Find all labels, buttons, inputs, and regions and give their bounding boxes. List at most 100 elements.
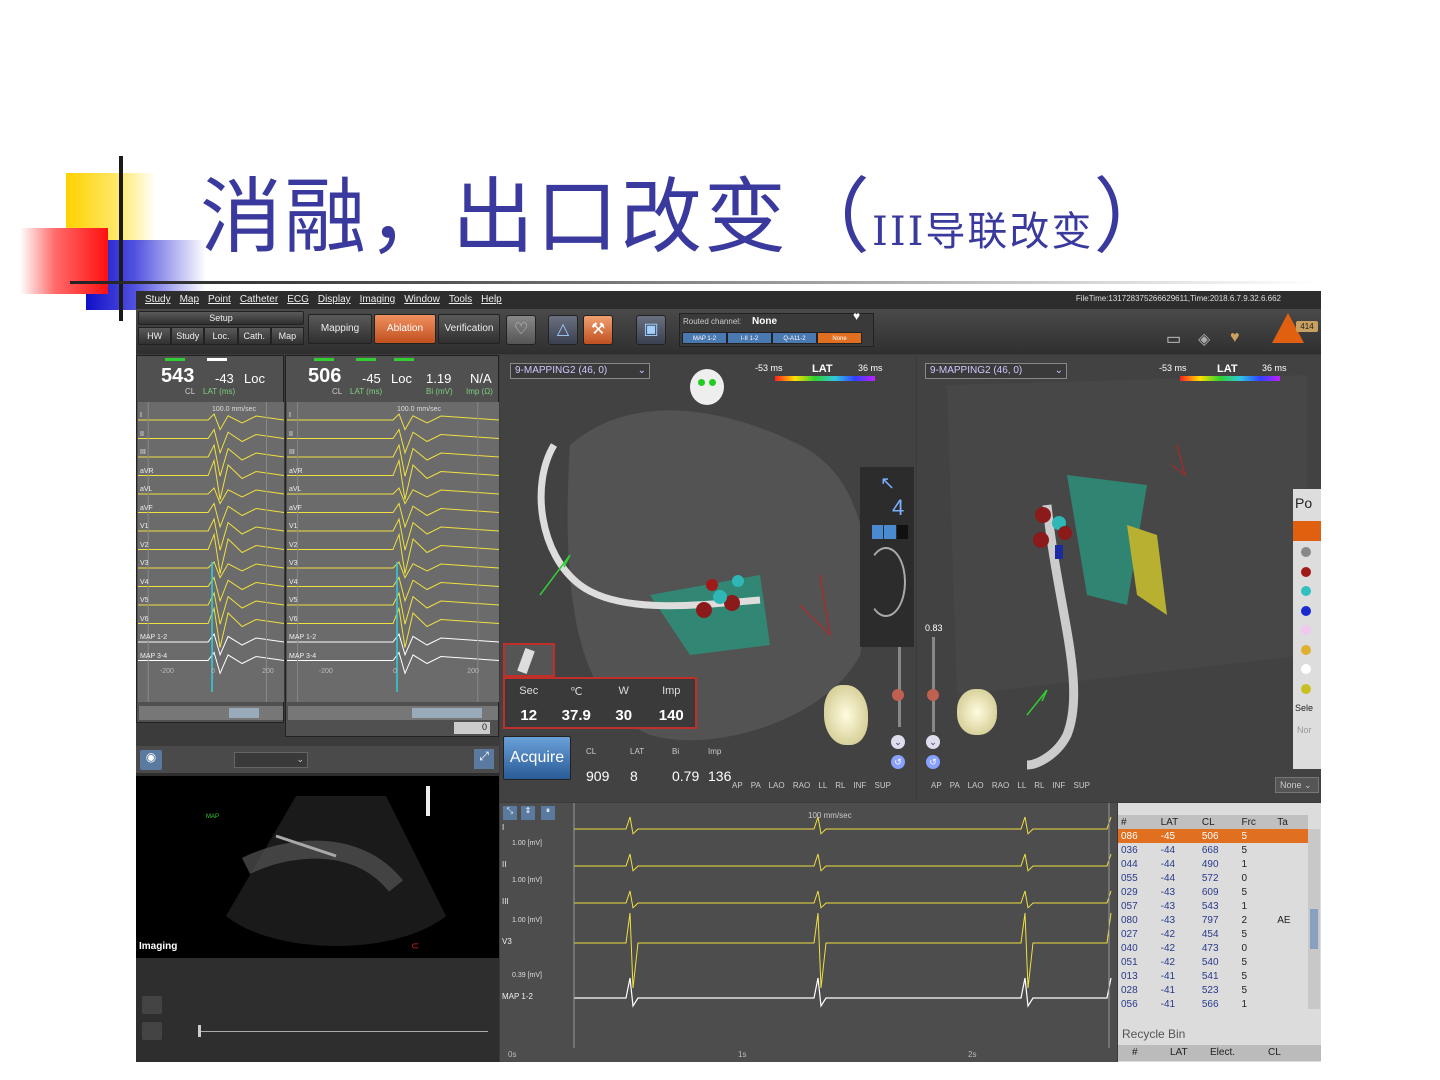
recycle-column-header[interactable]: #	[1132, 1047, 1138, 1058]
recycle-column-header[interactable]: Elect.	[1210, 1047, 1235, 1058]
setup-tab-hw[interactable]: HW	[138, 327, 172, 345]
recycle-column-header[interactable]: LAT	[1170, 1047, 1188, 1058]
point-type-dot[interactable]	[1301, 625, 1311, 635]
table-row[interactable]: 029 -43 609 5	[1118, 885, 1308, 899]
opacity-buttons[interactable]	[872, 525, 908, 539]
setup-tab-cath[interactable]: Cath.	[237, 327, 271, 345]
opacity-button[interactable]	[884, 525, 896, 539]
table-row[interactable]: 086 -45 506 5	[1118, 829, 1308, 843]
opacity-button[interactable]	[872, 525, 884, 539]
column-header-frc[interactable]: Frc	[1238, 815, 1274, 829]
catheter-view-icon[interactable]: △	[548, 315, 578, 345]
table-row[interactable]: 044 -44 490 1	[1118, 857, 1308, 871]
slide-title: 消融，出口改变（III导联改变）	[200, 150, 1177, 269]
table-row[interactable]: 055 -44 572 0	[1118, 871, 1308, 885]
routed-tab[interactable]: Q-A11-2	[772, 332, 817, 344]
column-header-cl[interactable]: CL	[1199, 815, 1239, 829]
menu-ecg[interactable]: ECG	[287, 291, 309, 309]
point-type-dot[interactable]	[1301, 605, 1311, 616]
device-icon[interactable]: ◈	[1198, 329, 1222, 349]
point-type-dot[interactable]	[1301, 547, 1311, 557]
fullscreen-icon[interactable]: ⤢	[474, 749, 494, 769]
heart-orientation-thumbnail[interactable]	[957, 689, 997, 735]
table-row[interactable]: 040 -42 473 0	[1118, 941, 1308, 955]
menu-point[interactable]: Point	[208, 291, 231, 309]
points-table: # LAT CL Frc Ta 086 -45 506 5 036 -44 668 5 044 -44 49…	[1118, 815, 1308, 1011]
scroll-thumb[interactable]	[229, 708, 259, 718]
ultrasound-icon[interactable]: ◉	[140, 750, 162, 770]
menu-study[interactable]: Study	[145, 291, 171, 309]
routed-tab[interactable]: None	[817, 332, 862, 344]
scrollbar-right[interactable]	[288, 706, 498, 720]
table-row[interactable]: 080 -43 797 2 AE	[1118, 913, 1308, 927]
map-selector-right[interactable]: 9-MAPPING2 (46, 0) ⌄	[925, 363, 1067, 379]
ablation-button[interactable]: Ablation	[374, 314, 436, 344]
slider-handle[interactable]	[892, 689, 904, 701]
setup-tab-study[interactable]: Study	[171, 327, 205, 345]
menu-display[interactable]: Display	[318, 291, 351, 309]
head-orientation-icon[interactable]	[690, 369, 724, 405]
point-type-dot[interactable]	[1301, 586, 1311, 596]
menu-window[interactable]: Window	[404, 291, 440, 309]
imaging-dropdown[interactable]: ⌄	[234, 752, 308, 768]
reset-icon[interactable]: ↺	[891, 755, 905, 769]
ablation-tool-icon[interactable]: ⚒	[583, 315, 613, 345]
collapse-icon[interactable]: ⌄	[926, 735, 940, 749]
collapse-icon[interactable]: ⌄	[891, 735, 905, 749]
heart-shape-icon[interactable]: ♡	[506, 315, 536, 345]
opacity-button[interactable]	[896, 525, 908, 539]
prev-frame-icon[interactable]	[142, 996, 162, 1014]
scroll-value-field[interactable]: 0	[454, 722, 490, 734]
recycle-column-header[interactable]: CL	[1268, 1047, 1281, 1058]
slider-track[interactable]	[898, 647, 901, 727]
table-row[interactable]: 028 -41 523 5	[1118, 983, 1308, 997]
mapping-button[interactable]: Mapping	[308, 314, 372, 344]
setup-tab-map[interactable]: Map	[270, 327, 305, 345]
menu-map[interactable]: Map	[180, 291, 199, 309]
scale-max: 36 ms	[858, 363, 883, 373]
menu-tools[interactable]: Tools	[449, 291, 472, 309]
slider-track[interactable]	[932, 637, 935, 732]
menu-catheter[interactable]: Catheter	[240, 291, 278, 309]
heart-status-icon[interactable]: ♥	[1230, 329, 1254, 349]
point-type-dot[interactable]	[1301, 644, 1311, 655]
column-header-index[interactable]: #	[1118, 815, 1158, 829]
menu-imaging[interactable]: Imaging	[360, 291, 396, 309]
acquire-button[interactable]: Acquire	[503, 736, 571, 780]
table-scroll-thumb[interactable]	[1310, 909, 1318, 949]
table-row[interactable]: 057 -43 543 1	[1118, 899, 1308, 913]
playback-track[interactable]	[198, 1031, 488, 1032]
table-row[interactable]: 036 -44 668 5	[1118, 843, 1308, 857]
playback-handle[interactable]	[198, 1025, 201, 1037]
next-frame-icon[interactable]	[142, 1022, 162, 1040]
column-header-lat[interactable]: LAT	[1158, 815, 1199, 829]
table-row[interactable]: 051 -42 540 5	[1118, 955, 1308, 969]
point-type-dot[interactable]	[1301, 664, 1311, 674]
catheter-icon[interactable]	[503, 643, 555, 677]
column-header-ta[interactable]: Ta	[1274, 815, 1308, 829]
view-buttons[interactable]: AP PA LAO RAO LL RL INF SUP	[732, 781, 891, 790]
slider-handle[interactable]	[927, 689, 939, 701]
scroll-thumb[interactable]	[412, 708, 482, 718]
screen-layout-icon[interactable]: ▣	[636, 315, 666, 345]
table-row[interactable]: 027 -42 454 5	[1118, 927, 1308, 941]
table-scrollbar[interactable]	[1308, 829, 1320, 1009]
pointer-arrow-icon[interactable]: ↖	[880, 473, 895, 494]
heart-orientation-thumbnail[interactable]	[824, 685, 868, 745]
setup-tab-loc[interactable]: Loc.	[204, 327, 238, 345]
reset-icon[interactable]: ↺	[926, 755, 940, 769]
routed-tab[interactable]: I-II 1-2	[727, 332, 772, 344]
map-selector-left[interactable]: 9-MAPPING2 (46, 0) ⌄	[510, 363, 650, 379]
monitor-icon[interactable]: ▭	[1166, 329, 1190, 349]
scrollbar-left[interactable]	[139, 706, 283, 720]
rotation-dial[interactable]	[866, 547, 906, 617]
display-dropdown[interactable]: None ⌄	[1275, 777, 1319, 793]
table-row[interactable]: 056 -41 566 1	[1118, 997, 1308, 1011]
routed-tab[interactable]: MAP 1-2	[682, 332, 727, 344]
table-row[interactable]: 013 -41 541 5	[1118, 969, 1308, 983]
view-buttons[interactable]: AP PA LAO RAO LL RL INF SUP	[931, 781, 1090, 790]
point-type-dot[interactable]	[1301, 683, 1311, 694]
point-type-dot[interactable]	[1301, 566, 1311, 577]
verification-button[interactable]: Verification	[438, 314, 500, 344]
menu-help[interactable]: Help	[481, 291, 502, 309]
